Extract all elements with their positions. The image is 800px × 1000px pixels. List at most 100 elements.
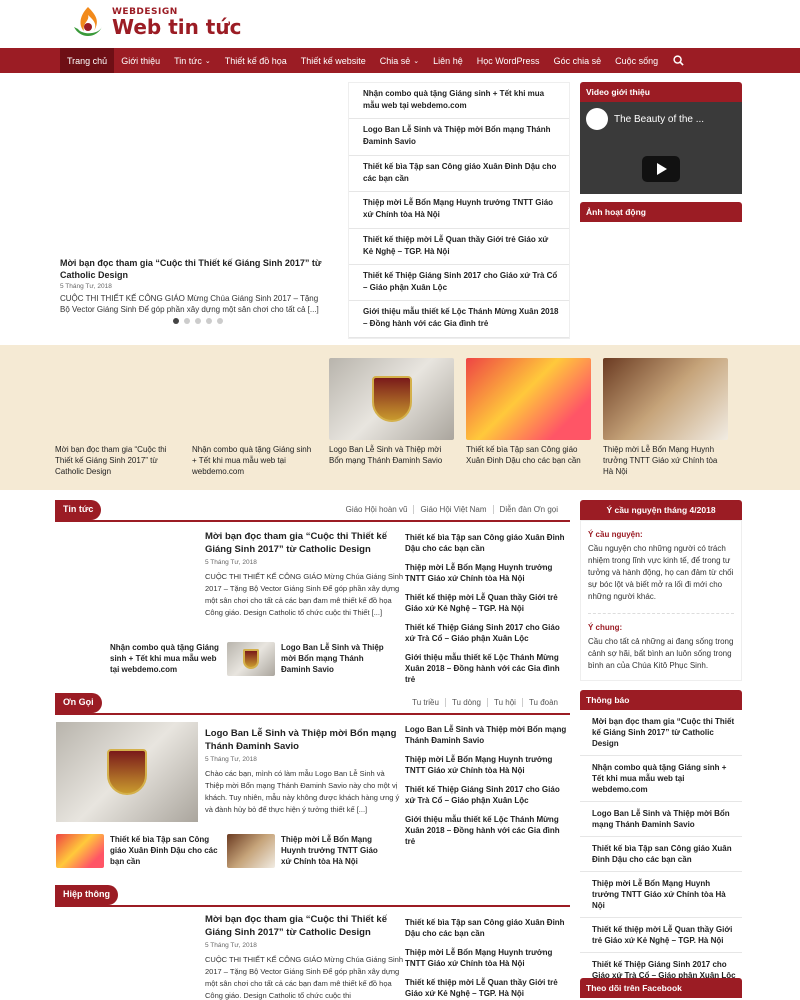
thumb-title[interactable]: Thiệp mời Lễ Bổn Mạng Huynh trưởng TNTT … xyxy=(281,834,389,867)
side-list-item[interactable]: Thiết kế thiệp mời Lễ Quan thầy Giới trẻ… xyxy=(405,592,570,622)
post-title[interactable]: Mời bạn đọc tham gia “Cuộc thi Thiết kế … xyxy=(205,913,405,939)
featured-item[interactable]: Thiệp mời Lễ Bổn Mạng Huynh trưởng TNTT … xyxy=(603,358,728,477)
site-logo[interactable]: WEBDESIGN Web tin tức xyxy=(70,5,241,41)
vocation-side-list: Logo Ban Lễ Sinh và Thiệp mời Bổn mạng T… xyxy=(405,724,570,855)
post-excerpt: CUỘC THI THIẾT KẾ CÔNG GIÁO Mừng Chúa Gi… xyxy=(205,955,403,1000)
prayer-widget-title: Ý cầu nguyện tháng 4/2018 xyxy=(580,500,742,520)
section-tab-vocation[interactable]: Ơn Gọi xyxy=(55,693,102,713)
featured-item[interactable]: Thiết kế bìa Tập san Công giáo Xuân Đinh… xyxy=(466,358,591,466)
play-icon[interactable] xyxy=(642,156,680,182)
photos-widget: Ảnh hoạt động xyxy=(580,202,742,222)
search-icon[interactable] xyxy=(665,48,692,73)
side-list-item[interactable]: Thiết kế bìa Tập san Công giáo Xuân Đinh… xyxy=(405,532,570,562)
featured-item[interactable]: Nhận combo quà tặng Giáng sinh + Tết khi… xyxy=(192,358,317,477)
fellowship-side-list: Thiết kế bìa Tập san Công giáo Xuân Đinh… xyxy=(405,917,570,1000)
news-thumb-2[interactable]: Logo Ban Lễ Sinh và Thiệp mời Bổn mạng T… xyxy=(227,642,389,676)
hero-date: 5 Tháng Tư, 2018 xyxy=(60,283,112,290)
notice-widget: Thông báo Mời bạn đọc tham gia “Cuộc thi… xyxy=(580,690,742,988)
side-list-item[interactable]: Giới thiệu mẫu thiết kế Lộc Thánh Mừng X… xyxy=(405,814,570,855)
nav-item[interactable]: Học WordPress xyxy=(470,48,547,73)
section-tab-fellowship[interactable]: Hiệp thông xyxy=(55,885,118,905)
side-list-item[interactable]: Thiết kế Thiệp Giáng Sinh 2017 cho Giáo … xyxy=(405,784,570,814)
hero-list-item[interactable]: Logo Ban Lễ Sinh và Thiệp mời Bổn mạng T… xyxy=(349,119,569,156)
featured-title[interactable]: Mời bạn đọc tham gia “Cuộc thi Thiết kế … xyxy=(55,444,180,477)
featured-item[interactable]: Logo Ban Lễ Sinh và Thiệp mời Bổn mạng T… xyxy=(329,358,454,466)
section-link[interactable]: Tu hội xyxy=(487,698,522,707)
thumb-title[interactable]: Logo Ban Lễ Sinh và Thiệp mời Bổn mạng T… xyxy=(281,642,389,675)
featured-title[interactable]: Nhận combo quà tặng Giáng sinh + Tết khi… xyxy=(192,444,317,477)
video-player[interactable]: The Beauty of the ... xyxy=(580,102,742,194)
section-tab-news[interactable]: Tin tức xyxy=(55,500,102,520)
featured-title[interactable]: Thiết kế bìa Tập san Công giáo Xuân Đinh… xyxy=(466,444,591,466)
nav-item[interactable]: Chia sẻ ⌄ xyxy=(373,48,426,73)
thumb-title[interactable]: Nhận combo quà tặng Giáng sinh + Tết khi… xyxy=(110,642,222,675)
featured-image[interactable] xyxy=(603,358,728,440)
side-list-item[interactable]: Thiệp mời Lễ Bổn Mạng Huynh trưởng TNTT … xyxy=(405,562,570,592)
side-list-item[interactable]: Thiệp mời Lễ Bổn Mạng Huynh trưởng TNTT … xyxy=(405,754,570,784)
hero-list-item[interactable]: Thiệp mời Lễ Bổn Mạng Huynh trưởng TNTT … xyxy=(349,192,569,229)
nav-item-label: Góc chia sẻ xyxy=(553,55,602,66)
hero-list-item[interactable]: Thiết kế bìa Tập san Công giáo Xuân Đinh… xyxy=(349,156,569,193)
nav-item[interactable]: Giới thiệu xyxy=(114,48,167,73)
featured-item[interactable]: Mời bạn đọc tham gia “Cuộc thi Thiết kế … xyxy=(55,358,180,477)
channel-avatar xyxy=(586,108,608,130)
post-title[interactable]: Logo Ban Lễ Sinh và Thiệp mời Bổn mạng T… xyxy=(205,727,405,753)
featured-title[interactable]: Logo Ban Lễ Sinh và Thiệp mời Bổn mạng T… xyxy=(329,444,454,466)
section-link[interactable]: Diễn đàn Ơn gọi xyxy=(492,505,564,514)
slider-dot[interactable] xyxy=(184,318,190,324)
nav-item[interactable]: Thiết kế đồ họa xyxy=(218,48,294,73)
nav-item[interactable]: Cuộc sống xyxy=(608,48,665,73)
slider-dot[interactable] xyxy=(173,318,179,324)
notice-widget-title: Thông báo xyxy=(580,690,742,710)
notice-item[interactable]: Nhận combo quà tặng Giáng sinh + Tết khi… xyxy=(580,756,742,802)
featured-title[interactable]: Thiệp mời Lễ Bổn Mạng Huynh trưởng TNTT … xyxy=(603,444,728,477)
section-links-news: Giáo Hội hoàn vũ Giáo Hội Việt Nam Diễn đà… xyxy=(340,505,564,514)
hero-list-item[interactable]: Thiết kế thiệp mời Lễ Quan thầy Giới trẻ… xyxy=(349,229,569,265)
vocation-main-image[interactable] xyxy=(56,722,198,822)
hero-slider[interactable]: Mời bạn đọc tham gia “Cuộc thi Thiết kế … xyxy=(55,82,340,337)
vocation-thumb-1[interactable]: Thiết kế bìa Tập san Công giáo Xuân Đinh… xyxy=(56,834,218,868)
slider-dot[interactable] xyxy=(195,318,201,324)
hero-list-item[interactable]: Nhận combo quà tặng Giáng sinh + Tết khi… xyxy=(349,83,569,120)
notice-item[interactable]: Thiết kế thiệp mời Lễ Quan thầy Giới trẻ… xyxy=(580,918,742,953)
thumb-title[interactable]: Thiết kế bìa Tập san Công giáo Xuân Đinh… xyxy=(110,834,218,867)
notice-item[interactable]: Thiệp mời Lễ Bổn Mạng Huynh trưởng TNTT … xyxy=(580,872,742,918)
section-link[interactable]: Giáo Hội hoàn vũ xyxy=(340,505,414,514)
nav-item-label: Thiết kế website xyxy=(300,55,366,66)
side-list-item[interactable]: Thiệp mời Lễ Bổn Mạng Huynh trưởng TNTT … xyxy=(405,947,570,977)
side-list-item[interactable]: Thiết kế bìa Tập san Công giáo Xuân Đinh… xyxy=(405,917,570,947)
hero-section: Mời bạn đọc tham gia “Cuộc thi Thiết kế … xyxy=(55,82,570,339)
thumb-image[interactable] xyxy=(227,642,275,676)
side-list-item[interactable]: Giới thiệu mẫu thiết kế Lộc Thánh Mừng X… xyxy=(405,652,570,693)
nav-item[interactable]: Liên hệ xyxy=(426,48,470,73)
nav-item[interactable]: Thiết kế website xyxy=(294,48,373,73)
facebook-widget: Theo dõi trên Facebook xyxy=(580,978,742,998)
notice-item[interactable]: Mời bạn đọc tham gia “Cuộc thi Thiết kế … xyxy=(580,710,742,756)
featured-image[interactable] xyxy=(329,358,454,440)
featured-image[interactable] xyxy=(466,358,591,440)
section-link[interactable]: Tu đoàn xyxy=(521,698,564,707)
side-list-item[interactable]: Thiết kế thiệp mời Lễ Quan thầy Giới trẻ… xyxy=(405,977,570,1000)
thumb-image[interactable] xyxy=(56,834,104,868)
section-link[interactable]: Tu dòng xyxy=(444,698,487,707)
notice-item[interactable]: Logo Ban Lễ Sinh và Thiệp mời Bổn mạng T… xyxy=(580,802,742,837)
site-header: WEBDESIGN Web tin tức xyxy=(0,0,800,48)
news-thumb-1[interactable]: Nhận combo quà tặng Giáng sinh + Tết khi… xyxy=(110,642,222,675)
chevron-down-icon: ⌄ xyxy=(413,57,420,65)
post-title[interactable]: Mời bạn đọc tham gia “Cuộc thi Thiết kế … xyxy=(205,530,405,556)
notice-item[interactable]: Thiết kế bìa Tập san Công giáo Xuân Đinh… xyxy=(580,837,742,872)
section-link[interactable]: Tu triều xyxy=(406,698,445,707)
nav-item[interactable]: Tin tức ⌄ xyxy=(167,48,218,73)
hero-list-item[interactable]: Thiết kế Thiệp Giáng Sinh 2017 cho Giáo … xyxy=(349,265,569,302)
slider-dot[interactable] xyxy=(217,318,223,324)
vocation-thumb-2[interactable]: Thiệp mời Lễ Bổn Mạng Huynh trưởng TNTT … xyxy=(227,834,389,868)
side-list-item[interactable]: Logo Ban Lễ Sinh và Thiệp mời Bổn mạng T… xyxy=(405,724,570,754)
hero-title[interactable]: Mời bạn đọc tham gia “Cuộc thi Thiết kế … xyxy=(60,257,330,281)
section-link[interactable]: Giáo Hội Việt Nam xyxy=(413,505,492,514)
hero-list-item[interactable]: Giới thiệu mẫu thiết kế Lộc Thánh Mừng X… xyxy=(349,301,569,338)
side-list-item[interactable]: Thiết kế Thiệp Giáng Sinh 2017 cho Giáo … xyxy=(405,622,570,652)
thumb-image[interactable] xyxy=(227,834,275,868)
nav-item[interactable]: Góc chia sẻ xyxy=(547,48,609,73)
slider-dot[interactable] xyxy=(206,318,212,324)
nav-item[interactable]: Trang chủ xyxy=(60,48,115,73)
